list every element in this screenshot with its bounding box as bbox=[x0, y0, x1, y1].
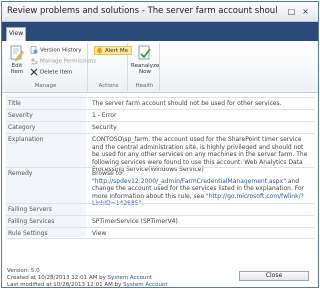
ribbon-group-actions: Alert Me Actions bbox=[90, 43, 132, 91]
alert-bell-icon bbox=[96, 47, 103, 54]
field-label: Remedy bbox=[8, 170, 33, 177]
edit-item-icon bbox=[10, 45, 24, 61]
field-label: Rule Settings bbox=[8, 230, 48, 237]
version-text: Version: 5.0 bbox=[7, 268, 40, 274]
alert-me-label: Alert Me bbox=[105, 48, 128, 54]
field-label: Severity bbox=[8, 112, 33, 119]
group-label-actions: Actions bbox=[98, 83, 119, 89]
field-value: 1 - Error bbox=[92, 112, 117, 119]
title-bar: Review problems and solutions - The serv… bbox=[2, 2, 318, 22]
ribbon-tab-bar: View bbox=[2, 22, 318, 41]
field-value: SPTimerService (SPTimerV4) bbox=[92, 218, 178, 225]
close-icon[interactable]: × bbox=[301, 7, 310, 16]
item-metadata: Version: 5.0 Created at 10/28/2013 12:01… bbox=[7, 268, 168, 288]
modified-text: Last modified at 10/28/2013 12:01 AM by bbox=[7, 282, 124, 288]
modified-by-link[interactable]: System Account bbox=[123, 282, 167, 287]
alert-me-button[interactable]: Alert Me bbox=[94, 46, 132, 55]
reanalyze-now-label: Reanalyze Now bbox=[131, 63, 160, 75]
delete-icon bbox=[30, 68, 38, 76]
remedy-text-prefix: Browse to bbox=[92, 170, 122, 177]
version-history-label: Version History bbox=[40, 47, 82, 54]
field-row-rule-settings: Rule Settings View bbox=[6, 227, 314, 239]
field-row-category: Category Security bbox=[6, 121, 314, 133]
created-info: Created at 10/28/2013 12:01 AM by System… bbox=[7, 275, 168, 282]
manage-permissions-label: Manage Permissions bbox=[40, 58, 97, 65]
close-button[interactable]: Close bbox=[239, 271, 309, 281]
group-label-health: Health bbox=[135, 83, 154, 89]
edit-item-label: Edit Item bbox=[10, 63, 24, 75]
tab-view[interactable]: View bbox=[6, 27, 26, 41]
ribbon-group-manage: Edit Item Version History Manage Permiss… bbox=[4, 43, 96, 91]
field-row-failing-servers: Failing Servers bbox=[6, 203, 314, 215]
dialog-title: Review problems and solutions - The serv… bbox=[7, 6, 277, 16]
version-history-button[interactable]: Version History bbox=[30, 46, 82, 55]
farm-credential-link[interactable]: "http://spdev12:2000/_admin/FarmCredenti… bbox=[92, 178, 286, 185]
reanalyze-now-button[interactable]: Reanalyze Now bbox=[131, 45, 159, 75]
manage-permissions-icon bbox=[30, 58, 38, 65]
created-by-link[interactable]: System Account bbox=[108, 275, 152, 281]
ribbon-group-health: Reanalyze Now Health bbox=[130, 43, 160, 91]
field-label: Title bbox=[8, 100, 21, 107]
field-label: Category bbox=[8, 124, 36, 131]
delete-item-button[interactable]: Delete Item bbox=[30, 68, 72, 77]
created-text: Created at 10/28/2013 12:01 AM by bbox=[7, 275, 108, 281]
maximize-icon[interactable]: □ bbox=[287, 7, 296, 16]
field-label: Failing Services bbox=[8, 218, 55, 225]
rule-settings-view-link[interactable]: View bbox=[92, 230, 310, 238]
version-history-icon bbox=[30, 46, 38, 54]
field-value: Security bbox=[92, 124, 117, 131]
delete-item-label: Delete Item bbox=[40, 69, 73, 76]
field-row-severity: Severity 1 - Error bbox=[6, 109, 314, 121]
field-value: The server farm account should not be us… bbox=[92, 100, 282, 107]
field-label: Failing Servers bbox=[8, 206, 52, 213]
reanalyze-icon bbox=[138, 45, 151, 60]
field-row-title: Title The server farm account should not… bbox=[6, 97, 314, 109]
field-row-explanation: Explanation CONTOSO\sp_farm, the account… bbox=[6, 133, 314, 173]
ribbon: Edit Item Version History Manage Permiss… bbox=[2, 41, 318, 93]
field-row-failing-services: Failing Services SPTimerService (SPTimer… bbox=[6, 215, 314, 227]
dialog-window: Review problems and solutions - The serv… bbox=[1, 1, 319, 288]
group-label-manage: Manage bbox=[34, 83, 57, 89]
manage-permissions-button[interactable]: Manage Permissions bbox=[30, 57, 96, 66]
edit-item-button[interactable]: Edit Item bbox=[6, 45, 28, 75]
field-label: Explanation bbox=[8, 136, 44, 143]
field-row-remedy: Remedy Browse to "http://spdev12:2000/_a… bbox=[6, 167, 314, 207]
modified-info: Last modified at 10/28/2013 12:01 AM by … bbox=[7, 282, 168, 288]
